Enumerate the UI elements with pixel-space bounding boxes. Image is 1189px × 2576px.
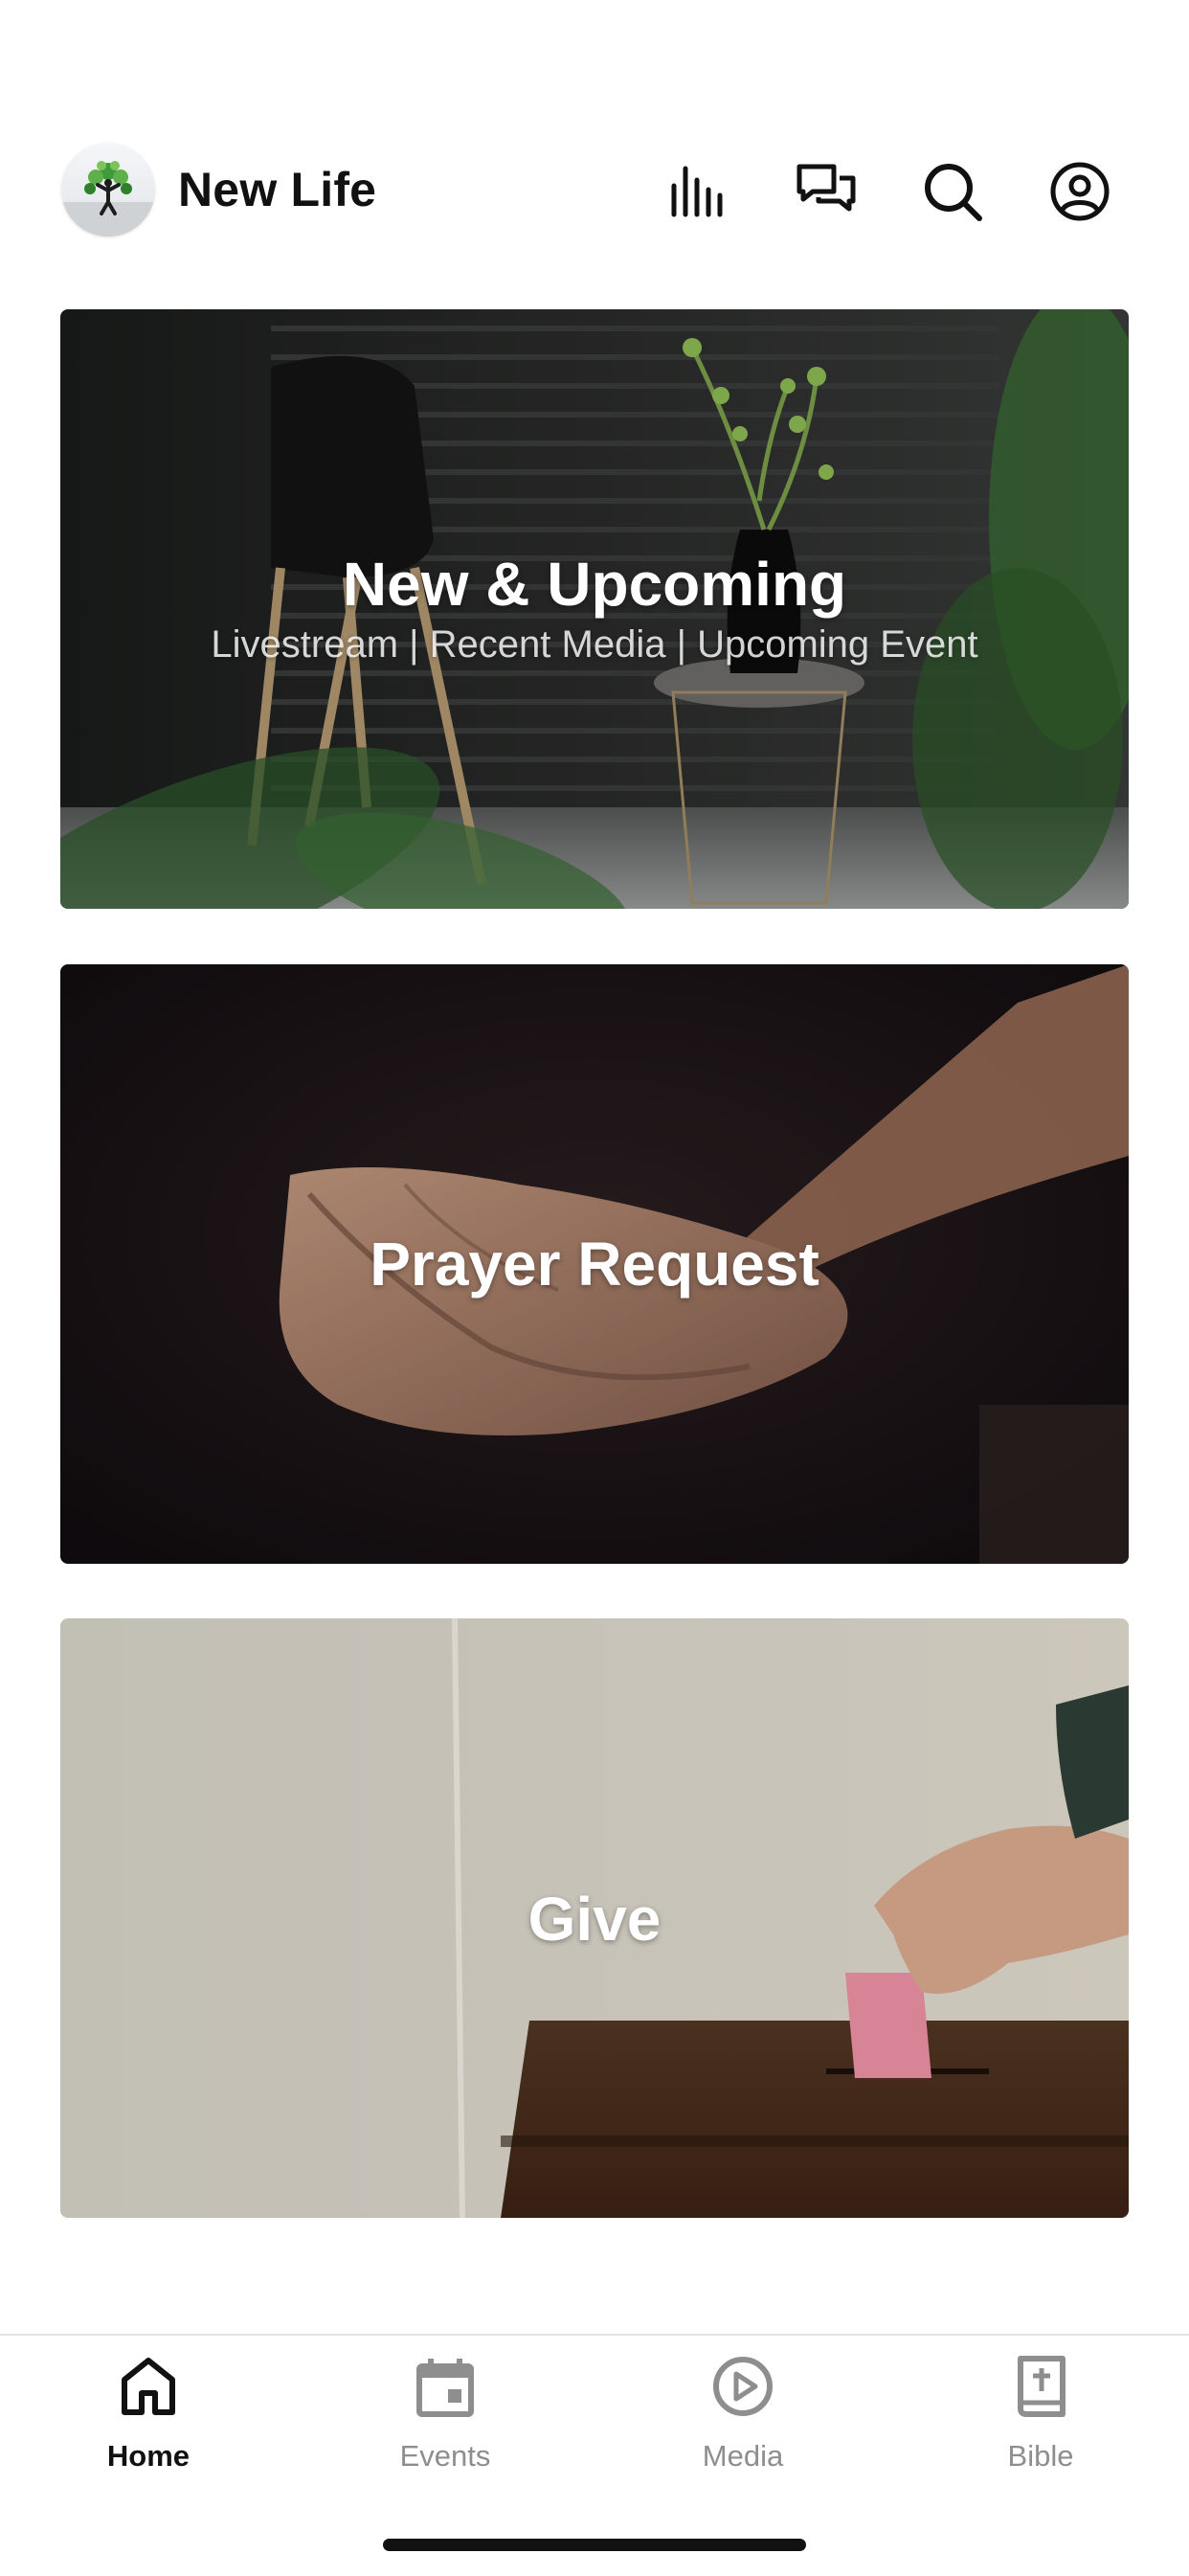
card-title: Give xyxy=(527,1885,662,1954)
tab-label: Bible xyxy=(1007,2439,1074,2473)
profile-icon[interactable] xyxy=(1049,161,1110,222)
prayer-request-card[interactable]: Prayer Request xyxy=(60,964,1129,1564)
bible-icon xyxy=(1009,2355,1072,2418)
give-card[interactable]: Give xyxy=(60,1618,1129,2218)
play-circle-icon xyxy=(711,2355,774,2418)
tab-label: Home xyxy=(106,2439,191,2473)
tab-label: Media xyxy=(702,2439,784,2473)
card-subtitle: Livestream | Recent Media | Upcoming Eve… xyxy=(211,623,978,666)
equalizer-icon[interactable] xyxy=(668,161,729,222)
home-icon xyxy=(117,2355,180,2418)
chat-bubbles-icon[interactable] xyxy=(796,161,857,222)
app-title: New Life xyxy=(178,163,377,216)
card-title: Prayer Request xyxy=(370,1230,819,1299)
tab-home[interactable]: Home xyxy=(53,2355,244,2498)
tab-bible[interactable]: Bible xyxy=(945,2355,1136,2498)
card-title: New & Upcoming xyxy=(342,550,847,619)
calendar-icon xyxy=(414,2355,477,2418)
tab-label: Events xyxy=(399,2439,491,2473)
new-upcoming-card[interactable]: New & Upcoming Livestream | Recent Media… xyxy=(60,309,1129,909)
tab-media[interactable]: Media xyxy=(647,2355,839,2498)
home-indicator[interactable] xyxy=(383,2539,806,2551)
search-icon[interactable] xyxy=(922,161,983,222)
tab-events[interactable]: Events xyxy=(349,2355,541,2498)
app-header: New Life xyxy=(0,134,1189,245)
church-logo xyxy=(61,143,155,237)
